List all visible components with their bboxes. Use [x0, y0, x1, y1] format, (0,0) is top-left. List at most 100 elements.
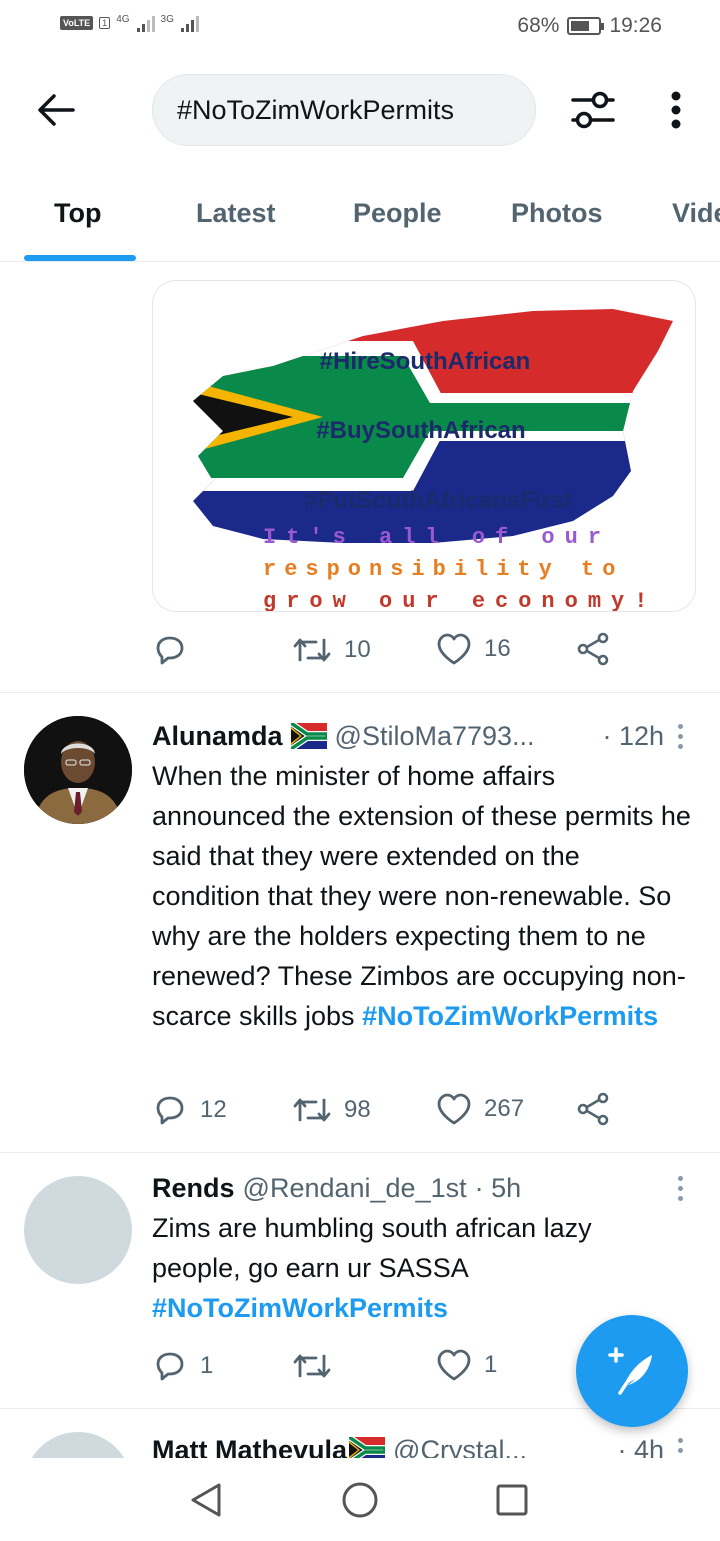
image-footer-line-3: grow our economy!	[263, 589, 657, 612]
hashtag-link[interactable]: #NoToZimWorkPermits	[362, 1001, 658, 1031]
tweet-actions: 12 98 267	[152, 1092, 622, 1132]
tweet-text-body: When the minister of home affairs announ…	[152, 761, 691, 1031]
share-button[interactable]	[576, 632, 610, 666]
tab-top[interactable]: Top	[54, 198, 101, 229]
status-bar-left: VoLTE 1 4G 3G	[60, 14, 199, 32]
display-name[interactable]: Alunamda	[152, 721, 283, 752]
image-line-3: #PutSouthAfricansFirst	[304, 487, 572, 514]
reply-button[interactable]	[152, 632, 200, 668]
avatar[interactable]	[24, 1176, 132, 1284]
search-tabs: Top Latest People Photos Videos	[0, 180, 720, 262]
image-footer-line-1: It's all of our	[263, 525, 611, 550]
like-count: 1	[484, 1351, 498, 1378]
retweet-button[interactable]: 10	[292, 632, 371, 668]
reply-button[interactable]: 12	[152, 1092, 227, 1128]
reply-count: 1	[200, 1352, 214, 1379]
tab-people[interactable]: People	[353, 198, 442, 229]
compose-tweet-icon	[608, 1347, 652, 1395]
retweet-button[interactable]: 98	[292, 1092, 371, 1128]
tab-photos[interactable]: Photos	[511, 198, 603, 229]
nav-home-button[interactable]	[340, 1480, 380, 1520]
signal-icon	[180, 14, 199, 32]
avatar[interactable]	[24, 1432, 132, 1458]
tweet-header: Rends @Rendani_de_1st · 5h	[152, 1168, 664, 1208]
clock: 19:26	[609, 14, 662, 37]
tweet-actions: 1 1	[152, 1348, 622, 1388]
compose-tweet-button[interactable]	[576, 1315, 688, 1427]
reply-icon	[156, 1352, 184, 1381]
tweet-item[interactable]: Alunamda @StiloMa7793... · 12h When the …	[0, 692, 720, 1152]
like-button[interactable]: 16	[436, 632, 511, 666]
tweet-header: Alunamda @StiloMa7793... · 12h	[152, 716, 664, 756]
retweet-count: 98	[344, 1096, 371, 1123]
back-button[interactable]	[32, 86, 80, 134]
display-name[interactable]: Rends	[152, 1173, 235, 1204]
tweet-text-body: Zims are humbling south african lazy peo…	[152, 1213, 592, 1283]
sim-badge: 1	[99, 17, 111, 29]
user-handle[interactable]: @Rendani_de_1st	[243, 1173, 467, 1204]
like-count: 16	[484, 635, 511, 662]
reply-button[interactable]: 1	[152, 1348, 213, 1384]
battery-percent: 68%	[517, 14, 560, 37]
user-handle[interactable]: @StiloMa7793...	[335, 721, 535, 752]
share-icon	[577, 1092, 609, 1126]
retweet-icon	[293, 638, 331, 662]
tweet-actions: 10 16	[152, 632, 622, 672]
network-label-1: 4G	[116, 14, 130, 25]
retweet-icon	[293, 1354, 331, 1378]
back-triangle-icon	[191, 1483, 221, 1517]
battery-icon	[567, 17, 605, 35]
tweet-header: Matt Mathevula @Crystal... · 4h	[152, 1430, 664, 1458]
volte-badge: VoLTE	[60, 16, 94, 30]
like-count: 267	[484, 1095, 525, 1122]
tweet-more-button[interactable]	[670, 1168, 690, 1208]
signal-icon	[136, 14, 155, 32]
share-button[interactable]	[576, 1092, 610, 1126]
tab-latest[interactable]: Latest	[196, 198, 276, 229]
tweet-media-image[interactable]: #HireSouthAfrican #BuySouthAfrican #PutS…	[152, 280, 696, 612]
active-tab-indicator	[24, 255, 136, 261]
more-vertical-icon	[671, 91, 681, 129]
arrow-left-icon	[38, 94, 75, 126]
like-button[interactable]: 267	[436, 1092, 524, 1126]
hashtag-link[interactable]: #NoToZimWorkPermits	[152, 1293, 448, 1323]
tweet-text: Zims are humbling south african lazy peo…	[152, 1208, 652, 1328]
retweet-count: 10	[344, 636, 371, 663]
profile-photo	[24, 716, 132, 824]
south-africa-flag-icon	[349, 1437, 386, 1458]
system-navigation-bar	[0, 1458, 720, 1541]
recents-square-icon	[496, 1484, 528, 1516]
sliders-icon	[571, 91, 615, 129]
status-bar-right: 68% 19:26	[517, 14, 662, 38]
user-handle[interactable]: @Crystal...	[393, 1435, 527, 1459]
south-africa-flag-graphic: #HireSouthAfrican #BuySouthAfrican #PutS…	[193, 309, 673, 612]
reply-count: 12	[200, 1096, 227, 1123]
heart-icon	[437, 1093, 471, 1125]
retweet-button[interactable]	[292, 1348, 344, 1384]
search-input[interactable]: #NoToZimWorkPermits	[152, 74, 536, 146]
search-filter-button[interactable]	[566, 86, 620, 134]
avatar[interactable]	[24, 716, 132, 824]
overflow-menu-button[interactable]	[658, 86, 694, 134]
tweet-time: · 12h	[602, 720, 664, 751]
tweet-time: · 5h	[474, 1172, 522, 1203]
tweet-time: · 4h	[617, 1434, 664, 1459]
nav-back-button[interactable]	[186, 1480, 226, 1520]
share-icon	[577, 632, 609, 666]
tweet-more-button[interactable]	[670, 1430, 690, 1458]
display-name[interactable]: Matt Mathevula	[152, 1435, 347, 1459]
reply-icon	[156, 1096, 184, 1125]
tweet-more-button[interactable]	[670, 716, 690, 756]
heart-icon	[437, 633, 471, 665]
tab-videos[interactable]: Videos	[672, 198, 720, 229]
tweet-text: When the minister of home affairs announ…	[152, 756, 692, 1036]
search-query: #NoToZimWorkPermits	[177, 94, 455, 125]
retweet-icon	[293, 1098, 331, 1122]
timeline-feed[interactable]: #HireSouthAfrican #BuySouthAfrican #PutS…	[0, 262, 720, 1458]
search-header: #NoToZimWorkPermits	[0, 70, 720, 150]
heart-icon	[437, 1349, 471, 1381]
network-label-2: 3G	[160, 14, 174, 25]
image-line-1: #HireSouthAfrican	[320, 348, 531, 375]
like-button[interactable]: 1	[436, 1348, 497, 1382]
nav-recents-button[interactable]	[492, 1480, 532, 1520]
